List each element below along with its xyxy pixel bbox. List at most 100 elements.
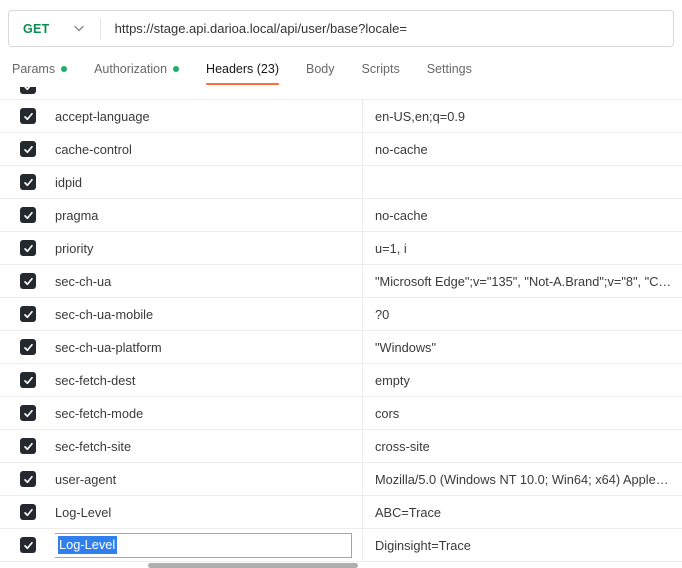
tab-label: Body	[306, 62, 335, 76]
row-checkbox[interactable]	[20, 174, 36, 190]
header-key-cell[interactable]: sec-ch-ua-platform	[55, 331, 362, 363]
header-value: "Windows"	[375, 340, 436, 355]
header-key: cache-control	[55, 142, 132, 157]
row-checkbox[interactable]	[20, 372, 36, 388]
header-value-cell[interactable]: u=1, i	[362, 232, 682, 264]
header-value: no-cache	[375, 142, 428, 157]
check-icon	[23, 540, 34, 551]
checkbox-cell	[0, 232, 55, 264]
row-checkbox[interactable]	[20, 339, 36, 355]
header-key-cell[interactable]: user-agent	[55, 463, 362, 495]
row-checkbox[interactable]	[20, 537, 36, 553]
check-icon	[23, 210, 34, 221]
header-value: cors	[375, 406, 399, 421]
header-value: ABC=Trace	[375, 505, 441, 520]
checkbox-cell	[0, 166, 55, 198]
header-key-cell[interactable]: sec-fetch-mode	[55, 397, 362, 429]
header-value: en-US,en;q=0.9	[375, 109, 465, 124]
checkbox-cell	[0, 298, 55, 330]
tab-body[interactable]: Body	[306, 51, 335, 87]
header-value-cell[interactable]: no-cache	[362, 133, 682, 165]
header-value: u=1, i	[375, 241, 407, 256]
header-value: cross-site	[375, 439, 430, 454]
tab-label: Scripts	[362, 62, 400, 76]
header-row: Log-Level ABC=Trace	[0, 496, 682, 529]
check-icon	[23, 309, 34, 320]
header-key-cell[interactable]: sec-ch-ua-mobile	[55, 298, 362, 330]
header-value-cell[interactable]: en-US,en;q=0.9	[362, 100, 682, 132]
header-value-cell[interactable]	[362, 166, 682, 198]
row-checkbox[interactable]	[20, 405, 36, 421]
check-icon	[23, 441, 34, 452]
tab-label: Headers (23)	[206, 62, 279, 76]
check-icon	[23, 474, 34, 485]
header-key-cell[interactable]: priority	[55, 232, 362, 264]
header-value-cell[interactable]: Mozilla/5.0 (Windows NT 10.0; Win64; x64…	[362, 463, 682, 495]
header-value-cell[interactable]: ?0	[362, 298, 682, 330]
header-row: sec-ch-ua-mobile ?0	[0, 298, 682, 331]
row-checkbox[interactable]	[20, 471, 36, 487]
row-checkbox[interactable]	[20, 273, 36, 289]
header-value: Mozilla/5.0 (Windows NT 10.0; Win64; x64…	[375, 472, 669, 487]
header-key: idpid	[55, 175, 82, 190]
check-icon	[23, 375, 34, 386]
header-value: ?0	[375, 307, 389, 322]
chevron-down-icon	[74, 25, 84, 32]
header-value: Diginsight=Trace	[375, 538, 471, 553]
header-key-cell[interactable]: idpid	[55, 166, 362, 198]
header-key-cell[interactable]: Log-Level	[55, 496, 362, 528]
tab-authorization[interactable]: Authorization	[94, 51, 179, 87]
header-key-cell[interactable]: pragma	[55, 199, 362, 231]
header-row: sec-fetch-dest empty	[0, 364, 682, 397]
header-key-cell[interactable]: sec-fetch-dest	[55, 364, 362, 396]
checkbox-cell	[0, 100, 55, 132]
header-row: sec-fetch-mode cors	[0, 397, 682, 430]
checkbox-cell	[0, 199, 55, 231]
tab-settings[interactable]: Settings	[427, 51, 472, 87]
header-value: "Microsoft Edge";v="135", "Not-A.Brand";…	[375, 274, 671, 289]
header-key: sec-ch-ua	[55, 274, 111, 289]
row-checkbox[interactable]	[20, 306, 36, 322]
header-value: empty	[375, 373, 410, 388]
header-value-cell[interactable]: Diginsight=Trace	[362, 529, 682, 561]
tab-params[interactable]: Params	[12, 51, 67, 87]
row-checkbox[interactable]	[20, 240, 36, 256]
green-dot-icon	[173, 66, 179, 72]
header-value-cell[interactable]: no-cache	[362, 199, 682, 231]
header-key: sec-fetch-mode	[55, 406, 143, 421]
header-value-cell[interactable]: ABC=Trace	[362, 496, 682, 528]
method-dropdown[interactable]: GET	[9, 22, 100, 36]
header-row: priority u=1, i	[0, 232, 682, 265]
tab-scripts[interactable]: Scripts	[362, 51, 400, 87]
row-checkbox[interactable]	[20, 141, 36, 157]
url-input[interactable]	[101, 11, 673, 46]
header-key: priority	[55, 241, 93, 256]
checkbox-cell	[0, 265, 55, 297]
request-tabs: Params Authorization Headers (23) Body Scrip…	[0, 51, 682, 87]
header-row-editing: Log-Level Diginsight=Trace	[0, 529, 682, 562]
header-value-cell[interactable]: "Windows"	[362, 331, 682, 363]
row-checkbox[interactable]	[20, 504, 36, 520]
header-value-cell[interactable]: "Microsoft Edge";v="135", "Not-A.Brand";…	[362, 265, 682, 297]
checkbox-cell	[0, 364, 55, 396]
key-edit-input[interactable]: Log-Level	[55, 533, 352, 558]
header-key-cell[interactable]: cache-control	[55, 133, 362, 165]
row-checkbox[interactable]	[20, 438, 36, 454]
row-checkbox[interactable]	[20, 87, 36, 94]
header-key-cell[interactable]: sec-ch-ua	[55, 265, 362, 297]
check-icon	[23, 243, 34, 254]
header-key-cell[interactable]: sec-fetch-site	[55, 430, 362, 462]
checkbox-cell	[0, 133, 55, 165]
tab-headers[interactable]: Headers (23)	[206, 51, 279, 87]
method-label: GET	[23, 22, 50, 36]
header-value-cell[interactable]: cross-site	[362, 430, 682, 462]
url-bar: GET	[8, 10, 674, 47]
horizontal-scrollbar-thumb[interactable]	[148, 563, 358, 568]
header-value-cell[interactable]: cors	[362, 397, 682, 429]
header-key-cell[interactable]: Log-Level	[55, 529, 362, 561]
row-checkbox[interactable]	[20, 108, 36, 124]
header-value-cell[interactable]: empty	[362, 364, 682, 396]
row-checkbox[interactable]	[20, 207, 36, 223]
header-key: pragma	[55, 208, 98, 223]
header-key-cell[interactable]: accept-language	[55, 100, 362, 132]
